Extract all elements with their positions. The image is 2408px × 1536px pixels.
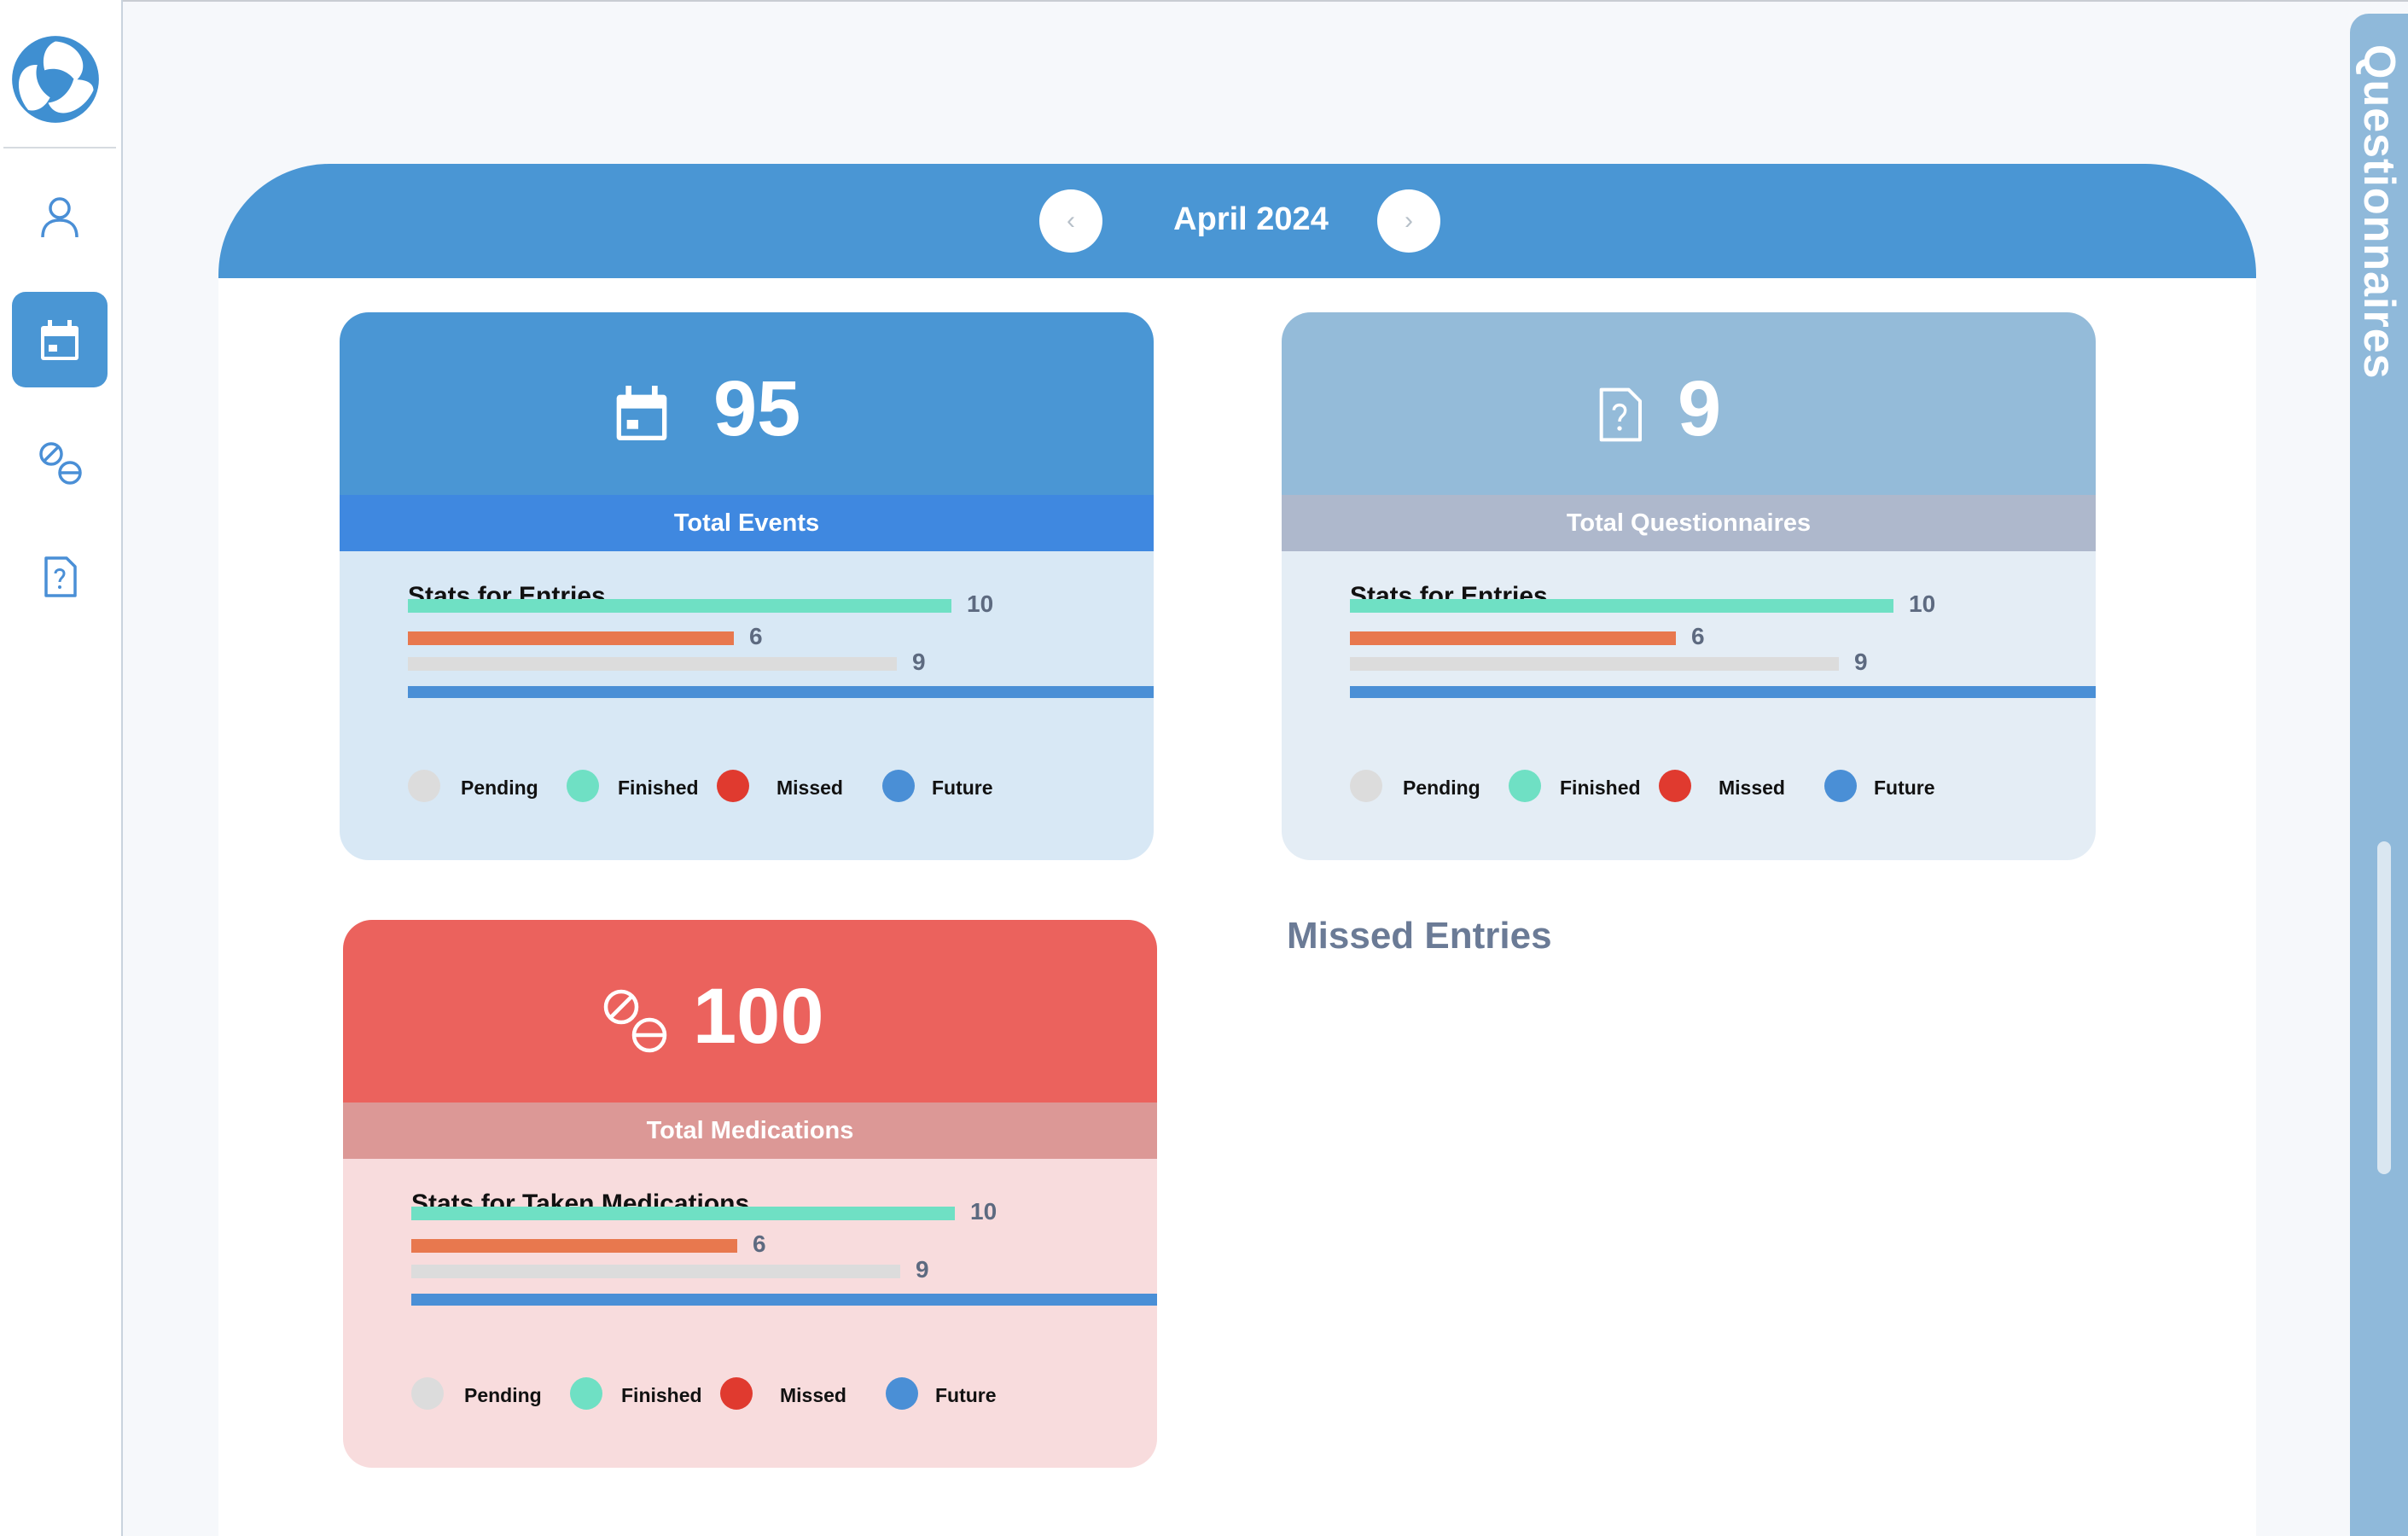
- missed-legend-label: Missed: [1719, 777, 1785, 799]
- missed-legend-label: Missed: [780, 1384, 846, 1406]
- stat-bar-second: [411, 1239, 737, 1253]
- stat-bar-value: 10: [1909, 591, 1936, 617]
- previous-month-button[interactable]: ‹: [1039, 189, 1102, 253]
- next-month-button[interactable]: ›: [1377, 189, 1440, 253]
- questionnaires-stats: Stats for Entries Pending Finished Misse…: [1282, 551, 2096, 860]
- future-legend-label: Future: [932, 777, 993, 799]
- window-top-border: [0, 0, 2408, 2]
- stat-bar-first: [411, 1207, 955, 1220]
- events-card-header: 95: [340, 312, 1154, 495]
- question-file-icon: [1599, 387, 1642, 442]
- medications-card[interactable]: 100 Total Medications Stats for Taken Me…: [343, 920, 1157, 1468]
- pending-legend-label: Pending: [1403, 777, 1480, 799]
- finished-legend-dot: [570, 1377, 602, 1410]
- questionnaires-card[interactable]: 9 Total Questionnaires Stats for Entries…: [1282, 312, 2096, 860]
- stat-bar-fourth: [1350, 686, 2096, 698]
- finished-legend-label: Finished: [618, 777, 699, 799]
- month-label: April 2024: [1173, 201, 1329, 237]
- events-stats: Stats for Entries Pending Finished Misse…: [340, 551, 1154, 860]
- future-legend-dot: [1824, 770, 1857, 802]
- total-events-count: 95: [713, 365, 801, 452]
- chevron-right-icon: ›: [1405, 207, 1413, 235]
- missed-legend-label: Missed: [776, 777, 843, 799]
- stat-bar-third: [411, 1265, 900, 1278]
- calendar-icon: [41, 320, 79, 360]
- stat-bar-third: [1350, 657, 1839, 671]
- sidebar-divider: [3, 147, 116, 148]
- dashboard-panel: ‹ April 2024 › 95 Total Events Stats for…: [218, 164, 2256, 1536]
- finished-legend-dot: [1509, 770, 1541, 802]
- pending-legend-dot: [408, 770, 440, 802]
- stat-bar-fourth: [411, 1294, 1157, 1306]
- pending-legend-label: Pending: [461, 777, 538, 799]
- finished-legend-label: Finished: [1560, 777, 1641, 799]
- stat-bar-fourth: [408, 686, 1154, 698]
- total-medications-count: 100: [693, 973, 824, 1060]
- medications-stats: Stats for Taken Medications Pending Fini…: [343, 1159, 1157, 1468]
- sidebar: [0, 0, 123, 1536]
- month-header: ‹ April 2024 ›: [218, 164, 2256, 278]
- stat-bar-value: 6: [1691, 623, 1705, 649]
- stat-bar-third: [408, 657, 897, 671]
- stat-bar-value: 9: [916, 1256, 929, 1283]
- finished-legend-label: Finished: [621, 1384, 702, 1406]
- pending-legend-label: Pending: [464, 1384, 542, 1406]
- stats-legend: Pending Finished Missed Future: [1350, 770, 2033, 804]
- sidebar-item-questionnaires[interactable]: [12, 529, 108, 625]
- medications-card-header: 100: [343, 920, 1157, 1103]
- pending-legend-dot: [411, 1377, 444, 1410]
- future-legend-label: Future: [935, 1384, 997, 1406]
- chevron-left-icon: ‹: [1067, 207, 1075, 235]
- total-events-label: Total Events: [340, 495, 1154, 551]
- question-file-icon: [44, 556, 77, 597]
- sidebar-item-medications[interactable]: [12, 415, 108, 510]
- pills-icon: [603, 989, 667, 1053]
- pills-icon: [39, 442, 82, 485]
- app-logo[interactable]: [10, 34, 101, 125]
- stat-bar-value: 9: [1854, 649, 1868, 675]
- future-legend-dot: [882, 770, 915, 802]
- stat-bar-value: 9: [912, 649, 926, 675]
- total-questionnaires-label: Total Questionnaires: [1282, 495, 2096, 551]
- future-legend-label: Future: [1874, 777, 1935, 799]
- stat-bar-value: 10: [970, 1198, 998, 1225]
- stat-bar-first: [408, 599, 951, 613]
- missed-legend-dot: [717, 770, 749, 802]
- stat-bar-value: 10: [967, 591, 994, 617]
- sidebar-item-profile[interactable]: [12, 169, 108, 265]
- missed-legend-dot: [720, 1377, 753, 1410]
- questionnaires-card-header: 9: [1282, 312, 2096, 495]
- events-card[interactable]: 95 Total Events Stats for Entries Pendin…: [340, 312, 1154, 860]
- missed-legend-dot: [1659, 770, 1691, 802]
- side-tab-label: Questionnaires: [2354, 44, 2404, 380]
- missed-entries-title: Missed Entries: [1287, 915, 1552, 957]
- sidebar-item-events[interactable]: [12, 292, 108, 387]
- stat-bar-value: 6: [749, 623, 763, 649]
- stat-bar-second: [408, 631, 734, 645]
- calendar-icon: [616, 386, 667, 440]
- finished-legend-dot: [567, 770, 599, 802]
- user-icon: [41, 197, 79, 238]
- side-tab-scrollbar[interactable]: [2377, 841, 2391, 1174]
- future-legend-dot: [886, 1377, 918, 1410]
- stat-bar-second: [1350, 631, 1676, 645]
- stats-legend: Pending Finished Missed Future: [408, 770, 1091, 804]
- stat-bar-value: 6: [753, 1231, 766, 1257]
- stats-legend: Pending Finished Missed Future: [411, 1377, 1094, 1411]
- total-medications-label: Total Medications: [343, 1103, 1157, 1159]
- stat-bar-first: [1350, 599, 1893, 613]
- pending-legend-dot: [1350, 770, 1382, 802]
- total-questionnaires-count: 9: [1678, 365, 1722, 452]
- questionnaires-side-tab[interactable]: Questionnaires: [2350, 14, 2408, 1536]
